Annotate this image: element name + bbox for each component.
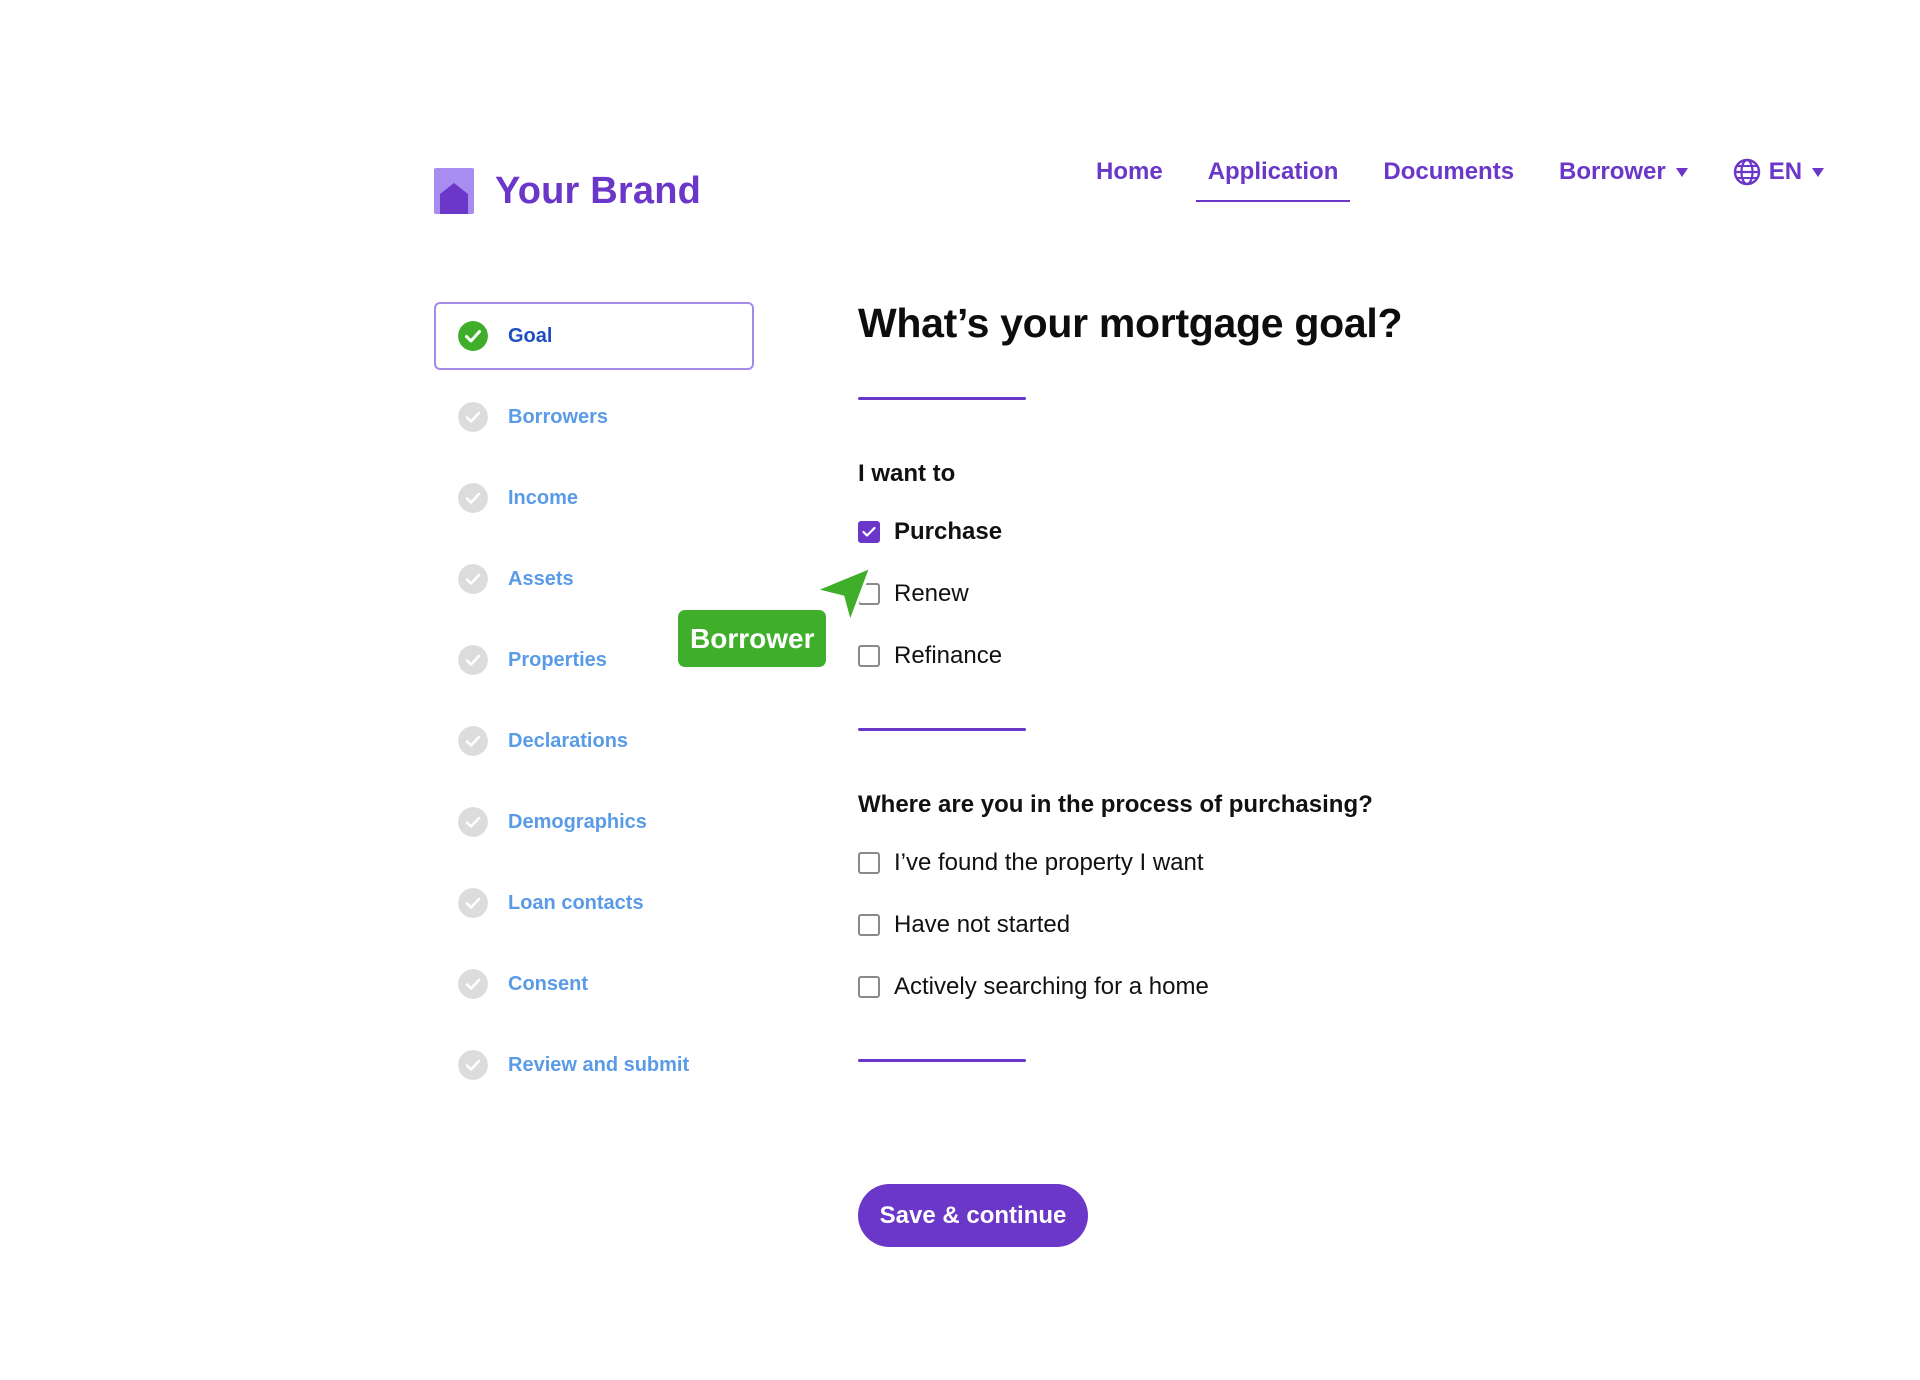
page-title: What’s your mortgage goal? [858,300,1403,346]
option-found-property[interactable]: I’ve found the property I want [858,843,1558,883]
checkbox[interactable] [858,914,880,936]
check-icon [862,526,876,537]
language-selector[interactable]: EN [1733,158,1825,186]
check-circle-icon [458,402,488,432]
step-declarations[interactable]: Declarations [434,707,754,775]
goal-question-label: I want to [858,460,956,487]
goal-form: What’s your mortgage goal? I want to Pur… [858,300,1558,1062]
option-label: Purchase [894,518,1003,545]
brand-name: Your Brand [495,169,702,212]
process-options: I’ve found the property I want Have not … [858,843,1558,1007]
goal-options: Purchase Renew Refinance [858,512,1558,676]
step-consent[interactable]: Consent [434,950,754,1018]
step-goal[interactable]: Goal [434,302,754,370]
brand[interactable]: Your Brand [434,167,701,215]
check-circle-icon [458,564,488,594]
save-continue-button[interactable]: Save & continue [858,1184,1088,1247]
checkbox[interactable] [858,852,880,874]
option-refinance[interactable]: Refinance [858,636,1558,676]
check-circle-icon [458,969,488,999]
step-label: Demographics [508,810,647,833]
option-label: Have not started [894,911,1071,938]
step-label: Declarations [508,729,629,752]
option-label: I’ve found the property I want [894,849,1204,876]
step-sidebar: Goal Borrowers Income Assets Properties … [434,302,754,1112]
check-circle-icon [458,1050,488,1080]
checkbox[interactable] [858,976,880,998]
step-label: Income [508,486,579,509]
nav-borrower-label: Borrower [1559,158,1666,185]
section-divider [858,1059,1026,1062]
checkbox[interactable] [858,645,880,667]
option-label: Refinance [894,642,1003,669]
nav-borrower-dropdown[interactable]: Borrower [1559,158,1688,186]
process-question-label: Where are you in the process of purchasi… [858,791,1373,818]
check-circle-icon [458,726,488,756]
globe-icon [1733,158,1760,186]
check-circle-icon [458,888,488,918]
step-assets[interactable]: Assets [434,545,754,613]
check-circle-icon [458,807,488,837]
check-circle-icon [458,645,488,675]
option-actively-searching[interactable]: Actively searching for a home [858,967,1558,1007]
step-income[interactable]: Income [434,464,754,532]
step-label: Loan contacts [508,891,644,914]
step-review-and-submit[interactable]: Review and submit [434,1031,754,1099]
nav-documents[interactable]: Documents [1383,158,1514,186]
option-not-started[interactable]: Have not started [858,905,1558,945]
step-label: Consent [508,972,588,995]
option-renew[interactable]: Renew [858,574,1558,614]
step-label: Goal [508,324,553,347]
checkbox-checked[interactable] [858,521,880,543]
option-purchase[interactable]: Purchase [858,512,1558,552]
check-circle-icon [458,483,488,513]
option-label: Actively searching for a home [894,973,1209,1000]
step-label: Assets [508,567,574,590]
step-loan-contacts[interactable]: Loan contacts [434,869,754,937]
step-label: Review and submit [508,1053,690,1076]
nav-application[interactable]: Application [1195,158,1351,202]
language-label: EN [1768,158,1803,185]
cursor-name-tag: Borrower [678,610,827,667]
step-borrowers[interactable]: Borrowers [434,383,754,451]
section-divider [858,397,1026,400]
house-icon [434,168,474,214]
option-label: Renew [894,580,969,607]
caret-down-icon [1812,167,1825,177]
section-divider [858,728,1026,731]
step-label: Borrowers [508,405,609,428]
caret-down-icon [1675,167,1688,177]
step-demographics[interactable]: Demographics [434,788,754,856]
check-circle-icon [458,321,488,351]
step-label: Properties [508,648,607,671]
top-nav: Home Application Documents Borrower EN [1096,152,1825,202]
nav-home[interactable]: Home [1096,158,1163,186]
